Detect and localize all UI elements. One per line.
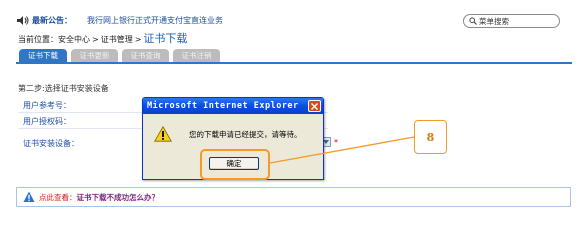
ok-button-highlight — [200, 149, 270, 180]
step-title: 第二步:选择证书安装设备 — [18, 84, 109, 93]
announcement-bar: 最新公告： 我行网上银行正式开通支付宝直连业务 — [16, 14, 223, 26]
help-link[interactable]: 证书下载不成功怎么办？ — [77, 192, 160, 203]
search-icon — [469, 17, 477, 25]
breadcrumb-prefix: 当前位置： — [18, 35, 58, 44]
menu-search-box[interactable] — [463, 14, 560, 28]
breadcrumb: 当前位置： 安全中心 > 证书管理 > 证书下载 — [18, 30, 188, 45]
warning-icon — [154, 126, 172, 142]
tab-bar: 证书下载 证书更新 证书查询 证书注销 — [19, 49, 224, 62]
install-device-label: 证书安装设备： — [23, 138, 79, 148]
breadcrumb-cert-management[interactable]: 证书管理 — [101, 34, 133, 45]
breadcrumb-separator: > — [134, 35, 142, 44]
dialog-title: Microsoft Internet Explorer — [147, 101, 299, 111]
tab-cert-download[interactable]: 证书下载 — [19, 49, 67, 62]
dialog-close-button[interactable] — [308, 100, 321, 112]
dialog-message: 您的下载申请已经提交，请等待。 — [189, 130, 302, 139]
speaker-icon — [16, 15, 29, 26]
announcement-link[interactable]: 我行网上银行正式开通支付宝直连业务 — [87, 15, 223, 26]
required-mark: * — [334, 138, 338, 147]
announcement-label: 最新公告： — [32, 15, 72, 25]
user-ref-label: 用户参考号： — [23, 101, 71, 110]
close-icon — [311, 102, 318, 110]
breadcrumb-security-center[interactable]: 安全中心 — [58, 34, 90, 45]
page-title: 证书下载 — [143, 32, 188, 45]
tab-underline — [16, 62, 572, 64]
search-input[interactable] — [479, 16, 559, 26]
help-bar: 点此查看： 证书下载不成功怎么办？ — [16, 187, 571, 207]
warning-icon — [23, 191, 35, 203]
tab-cert-revoke[interactable]: 证书注销 — [173, 49, 220, 62]
callout-number: 8 — [414, 120, 447, 154]
breadcrumb-separator: > — [92, 35, 99, 44]
auth-code-label: 用户授权码： — [23, 117, 71, 126]
help-prefix: 点此查看： — [39, 192, 77, 202]
tab-cert-update[interactable]: 证书更新 — [71, 49, 118, 62]
dialog-titlebar[interactable]: Microsoft Internet Explorer — [143, 98, 323, 114]
tab-cert-query[interactable]: 证书查询 — [122, 49, 169, 62]
